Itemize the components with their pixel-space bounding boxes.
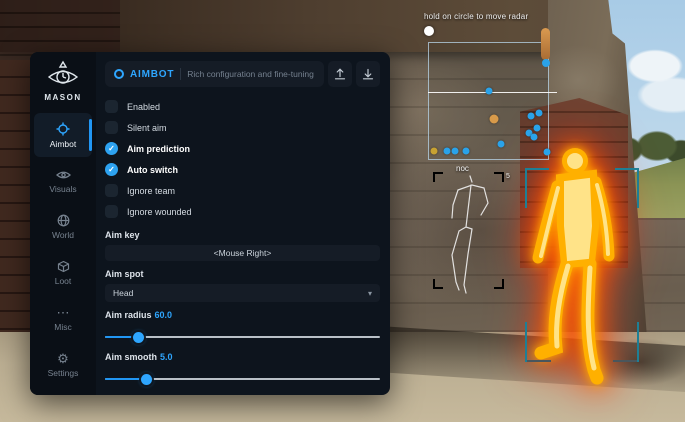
radar-blue-dot xyxy=(534,125,541,132)
checkbox-row-auto-switch[interactable]: Auto switch xyxy=(105,159,380,180)
checkbox-row-silent-aim[interactable]: Silent aim xyxy=(105,117,380,138)
sidebar-item-label: Misc xyxy=(54,322,71,332)
sidebar-item-aimbot[interactable]: Aimbot xyxy=(34,113,92,157)
mason-logo-icon xyxy=(46,60,80,90)
skeleton-esp xyxy=(428,165,513,295)
checkbox[interactable] xyxy=(105,205,118,218)
checkbox-label: Ignore wounded xyxy=(127,207,192,217)
player-box-bracket xyxy=(637,168,639,208)
radar-drag-handle[interactable] xyxy=(424,26,434,36)
checkbox[interactable] xyxy=(105,163,118,176)
panel-subtitle: Rich configuration and fine-tuning xyxy=(187,69,314,79)
ellipsis-icon: ⋯ xyxy=(57,306,70,319)
radar-orange-dot xyxy=(490,115,499,124)
header-divider xyxy=(180,68,181,80)
radar-blue-dot xyxy=(452,148,459,155)
checkbox-row-ignore-team[interactable]: Ignore team xyxy=(105,180,380,201)
aim-key-bind-button[interactable]: <Mouse Right> xyxy=(105,245,380,261)
slider-track[interactable] xyxy=(105,336,380,338)
orange-marker xyxy=(541,28,550,60)
brand-name: MASON xyxy=(44,93,81,102)
radar-blue-dot xyxy=(498,141,505,148)
checkbox-label: Silent aim xyxy=(127,123,167,133)
radar-blue-dot xyxy=(528,113,535,120)
radar-horizon-line xyxy=(428,92,557,93)
aim-smooth-slider[interactable] xyxy=(105,373,380,385)
radar-blue-dot xyxy=(444,148,451,155)
aim-spot-select[interactable]: Head ▾ xyxy=(105,284,380,301)
checkbox[interactable] xyxy=(105,121,118,134)
slider-thumb[interactable] xyxy=(133,332,144,343)
checkbox-label: Auto switch xyxy=(127,165,178,175)
checkbox-label: Ignore team xyxy=(127,186,175,196)
sidebar-item-misc[interactable]: ⋯ Misc xyxy=(34,297,92,341)
aimbot-ring-icon xyxy=(114,69,124,79)
globe-icon xyxy=(57,214,70,227)
aim-spot-label: Aim spot xyxy=(105,269,380,279)
aim-smooth-value: 5.0 xyxy=(160,352,173,362)
checkbox-label: Aim prediction xyxy=(127,144,190,154)
download-icon xyxy=(362,68,374,80)
box-icon xyxy=(57,260,70,273)
aim-radius-slider[interactable] xyxy=(105,331,380,343)
panel-header: AIMBOT Rich configuration and fine-tunin… xyxy=(105,61,324,87)
checkbox-row-ignore-wounded[interactable]: Ignore wounded xyxy=(105,201,380,222)
sidebar-item-label: Visuals xyxy=(49,184,76,194)
checkbox[interactable] xyxy=(105,184,118,197)
panel-content: AIMBOT Rich configuration and fine-tunin… xyxy=(96,52,390,395)
export-config-button[interactable] xyxy=(356,61,380,87)
sidebar-item-label: Settings xyxy=(48,368,79,378)
player-box-bracket xyxy=(525,322,527,362)
upload-icon xyxy=(334,68,346,80)
sidebar-item-settings[interactable]: ⚙ Settings xyxy=(34,343,92,387)
checkbox-row-enabled[interactable]: Enabled xyxy=(105,96,380,117)
game-screen: hold on circle to move radar noc 5 xyxy=(0,0,685,422)
sidebar-item-world[interactable]: World xyxy=(34,205,92,249)
aim-radius-value: 60.0 xyxy=(155,310,173,320)
aim-radius-label: Aim radius60.0 xyxy=(105,310,380,320)
radar-blue-dot xyxy=(536,110,543,117)
chevron-down-icon: ▾ xyxy=(368,289,372,298)
radar-blue-dot xyxy=(486,88,493,95)
player-box-bracket xyxy=(613,360,637,362)
cheat-menu-panel: MASON Aimbot Visuals xyxy=(30,52,390,395)
radar-hint-text: hold on circle to move radar xyxy=(424,12,528,21)
panel-title: AIMBOT xyxy=(130,69,174,80)
player-box-bracket xyxy=(525,168,549,170)
slider-thumb[interactable] xyxy=(141,374,152,385)
radar-blue-dot xyxy=(531,134,538,141)
sidebar-item-loot[interactable]: Loot xyxy=(34,251,92,295)
crosshair-icon xyxy=(56,122,70,136)
checkbox-label: Enabled xyxy=(127,102,160,112)
aim-spot-value: Head xyxy=(113,288,133,298)
player-box-bracket xyxy=(527,360,551,362)
player-box-bracket xyxy=(525,168,527,208)
sidebar: MASON Aimbot Visuals xyxy=(30,52,96,395)
radar[interactable] xyxy=(428,42,549,160)
checkbox[interactable] xyxy=(105,100,118,113)
eye-icon xyxy=(56,169,71,181)
radar-blue-dot xyxy=(463,148,470,155)
radar-blue-dot xyxy=(544,149,551,156)
radar-yellow-dot xyxy=(431,148,438,155)
sidebar-item-label: World xyxy=(52,230,74,240)
sidebar-item-label: Loot xyxy=(55,276,72,286)
checkbox[interactable] xyxy=(105,142,118,155)
brand: MASON xyxy=(44,60,81,102)
aim-smooth-label: Aim smooth5.0 xyxy=(105,352,380,362)
checkbox-list: Enabled Silent aim Aim prediction Auto s… xyxy=(105,96,380,222)
gear-icon: ⚙ xyxy=(57,352,69,365)
checkbox-row-aim-prediction[interactable]: Aim prediction xyxy=(105,138,380,159)
player-box-bracket xyxy=(637,322,639,362)
radar-blue-dot xyxy=(542,59,550,67)
sidebar-item-label: Aimbot xyxy=(50,139,76,149)
aim-key-label: Aim key xyxy=(105,230,380,240)
slider-fill xyxy=(105,378,146,380)
player-box-bracket xyxy=(615,168,639,170)
sidebar-item-visuals[interactable]: Visuals xyxy=(34,159,92,203)
import-config-button[interactable] xyxy=(328,61,352,87)
